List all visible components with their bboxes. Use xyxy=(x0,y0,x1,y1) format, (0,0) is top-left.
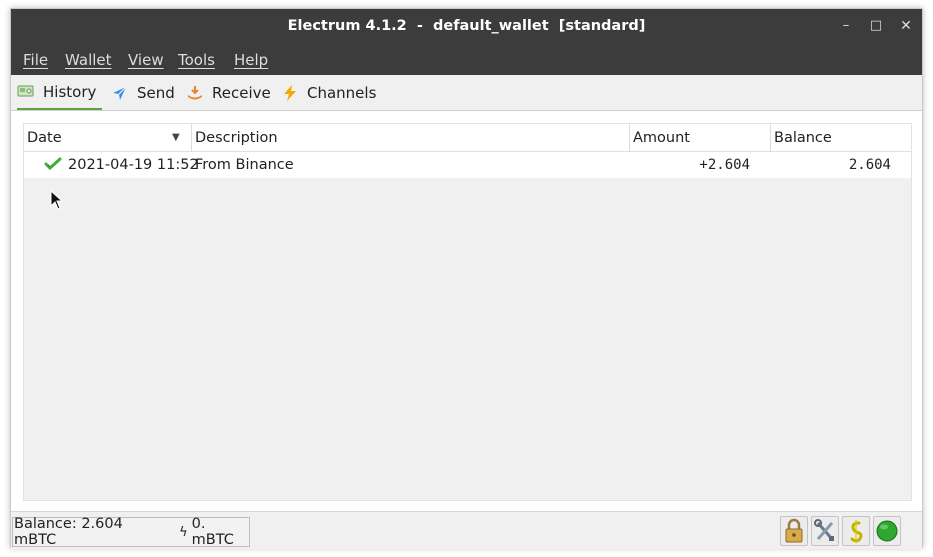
mouse-pointer-icon xyxy=(50,189,64,210)
lightning-icon xyxy=(281,84,299,102)
column-header-balance[interactable]: Balance xyxy=(770,124,912,152)
row-description: From Binance xyxy=(195,157,294,173)
table-header: Date ▼ Description Amount Balance xyxy=(24,124,911,152)
menu-view[interactable]: View xyxy=(128,51,164,69)
row-balance: 2.604 xyxy=(848,157,891,173)
tab-receive-label: Receive xyxy=(212,83,271,102)
column-header-amount[interactable]: Amount xyxy=(629,124,770,152)
lightning-small-icon: ϟ xyxy=(179,524,188,540)
tab-send-label: Send xyxy=(137,83,175,102)
history-panel: Date ▼ Description Amount Balance 2021-0… xyxy=(11,111,922,511)
lock-button[interactable] xyxy=(780,516,808,546)
tab-history[interactable]: History xyxy=(17,75,102,110)
seed-icon xyxy=(843,520,869,549)
table-row[interactable]: 2021-04-19 11:52 From Binance +2.604 2.6… xyxy=(24,152,911,178)
tab-send[interactable]: Send xyxy=(111,75,175,110)
menu-bar: File Wallet View Tools Help xyxy=(11,45,922,75)
column-header-description[interactable]: Description xyxy=(191,124,629,152)
balance-display: Balance: 2.604 mBTC ϟ 0. mBTC xyxy=(12,516,250,548)
row-amount: +2.604 xyxy=(699,157,750,173)
confirmed-check-icon xyxy=(44,152,62,178)
tab-history-label: History xyxy=(43,82,97,101)
menu-help[interactable]: Help xyxy=(234,51,268,69)
receive-icon xyxy=(186,84,204,102)
title-bar[interactable]: Electrum 4.1.2 - default_wallet [standar… xyxy=(11,9,922,45)
preferences-icon xyxy=(812,519,838,549)
minimize-button[interactable]: – xyxy=(837,17,855,35)
seed-button[interactable] xyxy=(842,516,870,546)
preferences-button[interactable] xyxy=(811,516,839,546)
row-date: 2021-04-19 11:52 xyxy=(68,157,199,173)
window-title: Electrum 4.1.2 - default_wallet [standar… xyxy=(287,18,646,34)
sort-descending-icon: ▼ xyxy=(172,132,180,143)
tab-channels[interactable]: Channels xyxy=(281,75,376,110)
tab-bar: History Send Receive Channels xyxy=(11,75,922,111)
balance-label: Balance: 2.604 mBTC xyxy=(14,516,123,548)
menu-wallet[interactable]: Wallet xyxy=(65,51,112,69)
app-window: Electrum 4.1.2 - default_wallet [standar… xyxy=(10,8,923,549)
history-icon xyxy=(17,83,35,101)
tab-receive[interactable]: Receive xyxy=(186,75,271,110)
lightning-balance-label: 0. mBTC xyxy=(191,516,234,548)
network-status-button[interactable] xyxy=(873,516,901,546)
menu-tools[interactable]: Tools xyxy=(178,51,215,69)
status-bar: Balance: 2.604 mBTC ϟ 0. mBTC xyxy=(11,511,922,549)
send-icon xyxy=(111,84,129,102)
tab-channels-label: Channels xyxy=(307,83,377,102)
close-button[interactable]: ✕ xyxy=(897,17,915,35)
network-status-icon xyxy=(874,520,900,549)
column-header-date[interactable]: Date ▼ xyxy=(24,124,191,152)
maximize-button[interactable]: □ xyxy=(867,17,885,35)
menu-file[interactable]: File xyxy=(23,51,48,69)
lock-icon xyxy=(781,518,807,549)
history-table[interactable]: Date ▼ Description Amount Balance 2021-0… xyxy=(23,123,912,501)
